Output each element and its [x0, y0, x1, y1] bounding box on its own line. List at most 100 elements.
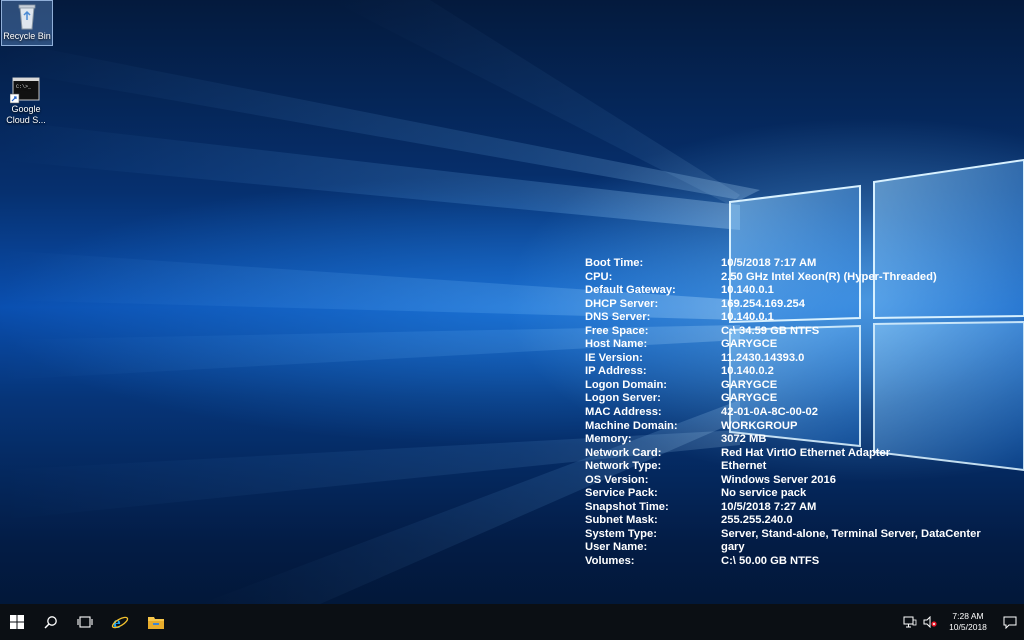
bginfo-value: 10/5/2018 7:17 AM — [721, 257, 817, 269]
bginfo-value: 11.2430.14393.0 — [721, 351, 805, 364]
bginfo-row: IP Address: 10.140.0.2 — [585, 365, 981, 379]
bginfo-row: DNS Server: 10.140.0.1 — [585, 311, 981, 325]
desktop-icon-google-cloud-sdk-shell[interactable]: C:\>_ Google Cloud S... — [1, 76, 51, 126]
bginfo-value: 3072 MB — [721, 433, 767, 446]
bginfo-key: User Name: — [585, 541, 648, 554]
clock[interactable]: 7:28 AM 10/5/2018 — [946, 611, 990, 633]
bginfo-row: Network Card: Red Hat VirtIO Ethernet Ada… — [585, 447, 981, 461]
bginfo-key: Volumes: — [585, 555, 635, 568]
volume-button[interactable] — [920, 604, 940, 640]
bginfo-row: Volumes: C:\ 50.00 GB NTFS — [585, 555, 981, 569]
bginfo-row: Logon Domain: GARYGCE — [585, 379, 981, 393]
bginfo-value: GARYGCE — [721, 378, 778, 391]
bginfo-row: CPU: 2.50 GHz Intel Xeon(R) (Hyper-Thread… — [585, 271, 981, 285]
bginfo-key: Logon Domain: — [585, 378, 668, 391]
recycle-bin-icon — [18, 4, 36, 30]
bginfo-key: Memory: — [585, 433, 632, 446]
bginfo-value: WORKGROUP — [721, 419, 798, 432]
bginfo-row: Logon Server: GARYGCE — [585, 392, 981, 406]
file-explorer-button[interactable] — [138, 604, 174, 640]
bginfo-key: Network Card: — [585, 446, 662, 459]
bginfo-key: Logon Server: — [585, 392, 661, 405]
bginfo-key: Snapshot Time: — [585, 500, 669, 513]
bginfo-row: Default Gateway: 10.140.0.1 — [585, 284, 981, 298]
task-view-icon — [77, 616, 93, 628]
bginfo-row: Snapshot Time: 10/5/2018 7:27 AM — [585, 501, 981, 515]
system-tray: 7:28 AM 10/5/2018 — [900, 604, 1024, 640]
svg-text:e: e — [113, 613, 121, 631]
internet-explorer-button[interactable]: e — [102, 604, 138, 640]
bginfo-value: 255.255.240.0 — [721, 514, 793, 527]
network-icon — [903, 616, 917, 628]
bginfo-row: Memory: 3072 MB — [585, 433, 981, 447]
clock-time: 7:28 AM — [952, 611, 984, 621]
clock-date: 10/5/2018 — [949, 622, 987, 632]
bginfo-value: 10/5/2018 7:27 AM — [721, 500, 817, 513]
bginfo-key: Default Gateway: — [585, 284, 676, 297]
network-button[interactable] — [900, 604, 920, 640]
bginfo-value: C:\ 50.00 GB NTFS — [721, 555, 820, 568]
taskbar: e 7:28 AM 10/5/2018 — [0, 604, 1024, 640]
bginfo-system-info: Boot Time: 10/5/2018 7:17 AM CPU: 2.50 GHz … — [585, 257, 981, 569]
file-explorer-icon — [148, 617, 164, 629]
start-button[interactable] — [0, 604, 34, 640]
bginfo-value: GARYGCE — [721, 392, 778, 405]
bginfo-key: Subnet Mask: — [585, 514, 658, 527]
bginfo-value: Server, Stand-alone, Terminal Server, Da… — [721, 527, 981, 540]
bginfo-value: C:\ 34.59 GB NTFS — [721, 324, 820, 337]
bginfo-key: Network Type: — [585, 460, 662, 473]
bginfo-row: DHCP Server: 169.254.169.254 — [585, 298, 981, 312]
bginfo-value: No service pack — [721, 487, 807, 500]
bginfo-value: Ethernet — [721, 460, 767, 473]
bginfo-key: IE Version: — [585, 351, 643, 364]
bginfo-row: IE Version: 11.2430.14393.0 — [585, 352, 981, 366]
action-center-icon — [1003, 616, 1017, 629]
volume-muted-icon — [923, 616, 937, 628]
bginfo-key: Boot Time: — [585, 257, 644, 269]
bginfo-row: Free Space: C:\ 34.59 GB NTFS — [585, 325, 981, 339]
bginfo-key: MAC Address: — [585, 406, 662, 419]
bginfo-key: Host Name: — [585, 338, 648, 351]
bginfo-key: IP Address: — [585, 365, 647, 378]
bginfo-value: GARYGCE — [721, 338, 778, 351]
desktop-icon-recycle-bin[interactable]: Recycle Bin — [1, 0, 53, 46]
bginfo-key: OS Version: — [585, 473, 649, 486]
action-center-button[interactable] — [996, 604, 1024, 640]
google-cloud-label-line2: Cloud S... — [6, 115, 46, 125]
bginfo-key: DNS Server: — [585, 311, 651, 324]
internet-explorer-icon: e — [111, 613, 129, 631]
bginfo-value: gary — [721, 541, 745, 554]
bginfo-key: CPU: — [585, 270, 613, 283]
bginfo-row: User Name: gary — [585, 541, 981, 555]
bginfo-value: 10.140.0.1 — [721, 284, 774, 297]
bginfo-row: MAC Address: 42-01-0A-8C-00-02 — [585, 406, 981, 420]
windows-start-icon — [10, 615, 24, 629]
bginfo-key: Machine Domain: — [585, 419, 678, 432]
bginfo-key: Service Pack: — [585, 487, 658, 500]
search-button[interactable] — [34, 604, 68, 640]
bginfo-value: 42-01-0A-8C-00-02 — [721, 406, 819, 419]
google-cloud-label-line1: Google — [11, 104, 41, 114]
bginfo-row: Boot Time: 10/5/2018 7:17 AM — [585, 257, 981, 271]
google-cloud-sdk-shell-icon: C:\>_ — [10, 77, 40, 104]
bginfo-value: Windows Server 2016 — [721, 473, 836, 486]
bginfo-value: 169.254.169.254 — [721, 297, 805, 310]
bginfo-value: Red Hat VirtIO Ethernet Adapter — [721, 446, 891, 459]
bginfo-value: 10.140.0.2 — [721, 365, 774, 378]
bginfo-row: Subnet Mask: 255.255.240.0 — [585, 514, 981, 528]
bginfo-row: System Type: Server, Stand-alone, Termina… — [585, 528, 981, 542]
bginfo-key: System Type: — [585, 527, 657, 540]
bginfo-key: DHCP Server: — [585, 297, 659, 310]
task-view-button[interactable] — [68, 604, 102, 640]
bginfo-row: OS Version: Windows Server 2016 — [585, 474, 981, 488]
search-icon — [44, 616, 57, 629]
bginfo-value: 2.50 GHz Intel Xeon(R) (Hyper-Threaded) — [721, 270, 937, 283]
bginfo-row: Service Pack: No service pack — [585, 487, 981, 501]
recycle-bin-label: Recycle Bin — [3, 31, 51, 41]
bginfo-row: Host Name: GARYGCE — [585, 338, 981, 352]
bginfo-row: Network Type: Ethernet — [585, 460, 981, 474]
svg-text:C:\>_: C:\>_ — [16, 84, 32, 90]
bginfo-key: Free Space: — [585, 324, 649, 337]
bginfo-value: 10.140.0.1 — [721, 311, 774, 324]
bginfo-row: Machine Domain: WORKGROUP — [585, 420, 981, 434]
